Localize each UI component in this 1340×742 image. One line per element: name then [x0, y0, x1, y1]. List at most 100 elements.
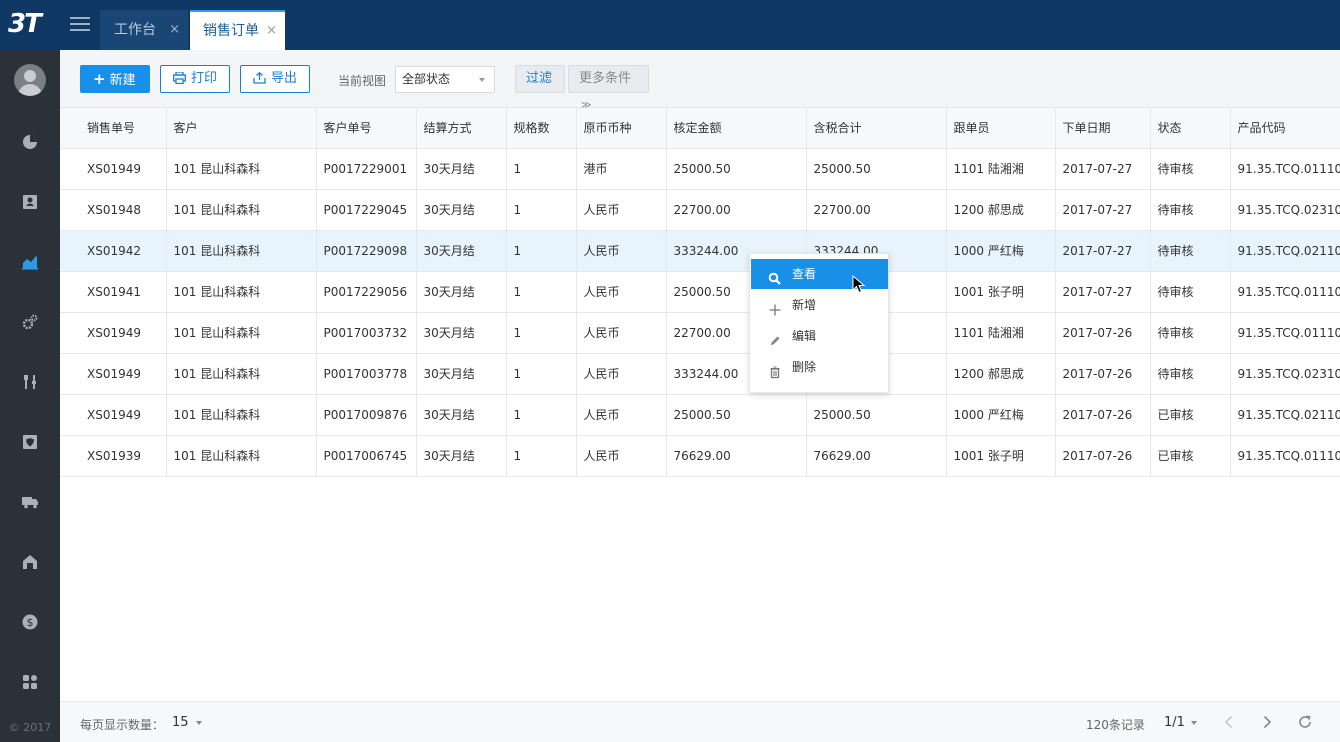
table-row[interactable]: XS01949 101 昆山科森科 P0017003732 30天月结 1 人民币 2270…	[60, 312, 1340, 354]
page-select[interactable]: 1/1	[1164, 715, 1185, 730]
table-cell: 25000.50	[666, 148, 807, 190]
context-label: 查看	[792, 267, 817, 281]
print-button[interactable]: 打印	[160, 65, 230, 93]
table-cell: 2017-07-26	[1055, 353, 1151, 395]
column-header[interactable]: 原币币种	[576, 108, 667, 149]
table-cell: 人民币	[576, 230, 667, 272]
table-cell: 91.35.TCQ.023100	[1230, 353, 1340, 395]
tools-icon[interactable]	[20, 372, 40, 392]
table-row[interactable]: XS01941 101 昆山科森科 P0017229056 30天月结 1 人民币 2500…	[60, 271, 1340, 313]
close-icon[interactable]: ×	[266, 12, 277, 50]
new-button[interactable]: + 新建	[80, 65, 150, 93]
column-header[interactable]: 含税合计	[806, 108, 947, 149]
warehouse-icon[interactable]	[20, 552, 40, 572]
table-header: 销售单号 客户 客户单号 结算方式 规格数 原币币种 核定金额 含税合计 跟单员 下单日期 状态 产品…	[60, 108, 1340, 149]
page-size-label: 每页显示数量：	[80, 718, 165, 732]
table-row[interactable]: XS01949 101 昆山科森科 P0017009876 30天月结 1 人民币 2500…	[60, 394, 1340, 436]
table-cell: 22700.00	[666, 189, 807, 231]
next-page-icon[interactable]	[1259, 714, 1275, 730]
settings-icon[interactable]	[20, 312, 40, 332]
table-row[interactable]: XS01942 101 昆山科森科 P0017229098 30天月结 1 人民币 3332…	[60, 230, 1340, 272]
chart-icon[interactable]	[20, 252, 40, 272]
tab-label: 销售订单	[203, 23, 259, 39]
table-row[interactable]: XS01939 101 昆山科森科 P0017006745 30天月结 1 人民币 7662…	[60, 435, 1340, 477]
table-cell: 1101 陆湘湘	[946, 148, 1056, 190]
table-cell: 30天月结	[416, 230, 507, 272]
menu-toggle-icon[interactable]	[70, 17, 90, 33]
column-header[interactable]: 结算方式	[416, 108, 507, 149]
table-cell: P0017229098	[316, 230, 417, 272]
column-header[interactable]: 规格数	[506, 108, 577, 149]
table-cell: 待审核	[1150, 148, 1231, 190]
page-size-select[interactable]: 15	[172, 715, 189, 730]
context-view-item[interactable]: 查看	[751, 259, 888, 289]
table-cell: 101 昆山科森科	[166, 394, 317, 436]
table-cell: 已审核	[1150, 394, 1231, 436]
table-cell: XS01949	[60, 353, 167, 395]
table-cell: 101 昆山科森科	[166, 435, 317, 477]
contact-icon[interactable]	[20, 192, 40, 212]
close-icon[interactable]: ×	[169, 10, 180, 50]
plus-icon: +	[93, 70, 106, 88]
column-header[interactable]: 核定金额	[666, 108, 807, 149]
table-cell: 30天月结	[416, 394, 507, 436]
column-header[interactable]: 下单日期	[1055, 108, 1151, 149]
apps-icon[interactable]	[20, 672, 40, 692]
table-body: XS01949 101 昆山科森科 P0017229001 30天月结 1 港币 25000…	[60, 148, 1340, 477]
column-header[interactable]: 客户	[166, 108, 317, 149]
print-label: 打印	[191, 71, 218, 86]
chevron-down-icon[interactable]	[1191, 721, 1197, 725]
column-header[interactable]: 客户单号	[316, 108, 417, 149]
avatar[interactable]	[14, 64, 46, 96]
table-cell: 25000.50	[806, 394, 947, 436]
table-cell: XS01941	[60, 271, 167, 313]
table-cell: 待审核	[1150, 189, 1231, 231]
pencil-icon	[768, 329, 782, 345]
table-cell: P0017003732	[316, 312, 417, 354]
mouse-cursor-icon	[852, 274, 866, 295]
table-cell: 人民币	[576, 312, 667, 354]
table-cell: 101 昆山科森科	[166, 230, 317, 272]
table-cell: P0017006745	[316, 435, 417, 477]
refresh-icon[interactable]	[1297, 714, 1313, 730]
table-cell: 30天月结	[416, 271, 507, 313]
tab-sales-orders[interactable]: 销售订单 ×	[190, 10, 285, 50]
column-header[interactable]: 销售单号	[60, 108, 167, 149]
prev-page-icon[interactable]	[1221, 714, 1237, 730]
table-cell: 1	[506, 148, 577, 190]
table-cell: 1000 严红梅	[946, 394, 1056, 436]
context-delete-item[interactable]: 删除	[751, 352, 888, 382]
table-cell: 2017-07-26	[1055, 312, 1151, 354]
filter-button[interactable]: 过滤	[515, 65, 565, 93]
table-cell: 1	[506, 353, 577, 395]
context-label: 编辑	[792, 329, 817, 343]
more-conditions-button[interactable]: 更多条件≫	[568, 65, 649, 111]
table-row[interactable]: XS01948 101 昆山科森科 P0017229045 30天月结 1 人民币 2270…	[60, 189, 1340, 231]
table-cell: 待审核	[1150, 312, 1231, 354]
context-edit-item[interactable]: 编辑	[751, 321, 888, 351]
table-cell: 2017-07-26	[1055, 435, 1151, 477]
table-cell: 1	[506, 394, 577, 436]
table-cell: 1000 严红梅	[946, 230, 1056, 272]
table-cell: 91.35.TCQ.011100	[1230, 312, 1340, 354]
shield-icon[interactable]	[20, 432, 40, 452]
finance-icon[interactable]: $	[20, 612, 40, 632]
table-row[interactable]: XS01949 101 昆山科森科 P0017003778 30天月结 1 人民币 3332…	[60, 353, 1340, 395]
view-select[interactable]: 全部状态	[395, 66, 495, 93]
table-cell: 2017-07-27	[1055, 230, 1151, 272]
column-header[interactable]: 状态	[1150, 108, 1231, 149]
context-label: 删除	[792, 360, 817, 374]
table-cell: 76629.00	[666, 435, 807, 477]
table-cell: 1200 郝思成	[946, 353, 1056, 395]
column-header[interactable]: 产品代码	[1230, 108, 1340, 149]
toolbar: + 新建 打印 导出 当前视图 全部状态 过滤 更多条件≫	[60, 50, 1340, 111]
truck-icon[interactable]	[20, 492, 40, 512]
export-button[interactable]: 导出	[240, 65, 310, 93]
context-add-item[interactable]: 新增	[751, 290, 888, 320]
tab-workbench[interactable]: 工作台 ×	[100, 10, 188, 50]
chevron-down-icon[interactable]	[196, 721, 202, 725]
dashboard-icon[interactable]	[20, 132, 40, 152]
new-label: 新建	[109, 73, 136, 88]
column-header[interactable]: 跟单员	[946, 108, 1056, 149]
table-row[interactable]: XS01949 101 昆山科森科 P0017229001 30天月结 1 港币 25000…	[60, 148, 1340, 190]
